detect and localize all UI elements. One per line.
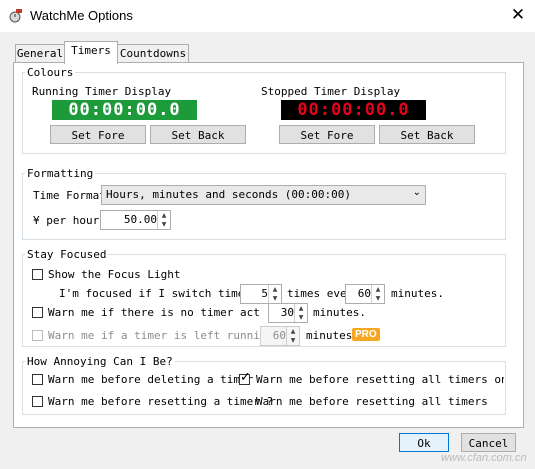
focused-text-1: I'm focused if I switch timers — [59, 287, 258, 300]
annoying-legend: How Annoying Can I Be? — [27, 355, 173, 368]
show-focus-light-checkbox[interactable] — [32, 269, 43, 280]
running-display-label: Running Timer Display — [32, 85, 172, 98]
stay-focused-legend: Stay Focused — [27, 248, 107, 261]
spinner-arrows-icon[interactable]: ▲ ▼ — [157, 211, 170, 229]
warn-reset-all-label: Warn me before resetting all timers — [256, 395, 488, 408]
tab-general[interactable]: General — [15, 44, 65, 63]
chevron-down-icon: ⌄ — [412, 187, 421, 198]
colours-legend: Colours — [27, 66, 74, 79]
spinner-arrows-icon[interactable]: ▲ ▼ — [294, 304, 307, 322]
no-timer-minutes-spinner[interactable]: 30 ▲ ▼ — [268, 303, 308, 323]
focused-minutes-spinner[interactable]: 60 ▲ ▼ — [345, 284, 385, 304]
stopped-set-fore-button[interactable]: Set Fore — [279, 125, 375, 144]
show-focus-light-label: Show the Focus Light — [48, 268, 181, 281]
switch-times-value: 5 — [261, 287, 268, 300]
stopped-set-back-button[interactable]: Set Back — [379, 125, 475, 144]
warn-delete-checkbox[interactable] — [32, 374, 43, 385]
per-hour-value: 50.00 — [123, 213, 157, 226]
warn-no-timer-text-1: Warn me if there is no timer act — [48, 306, 260, 319]
focused-text-3: minutes. — [391, 287, 444, 300]
tab-countdowns[interactable]: Countdowns — [117, 44, 189, 63]
warn-left-running-text-1: Warn me if a timer is left running — [48, 329, 274, 342]
spinner-arrows-icon[interactable]: ▲ ▼ — [286, 327, 299, 345]
warn-no-timer-text-2: minutes. — [313, 306, 366, 319]
warn-no-timer-checkbox[interactable] — [32, 307, 43, 318]
warn-left-running-checkbox[interactable] — [32, 330, 43, 341]
stopped-timer-display: 00:00:00.0 — [281, 100, 426, 120]
no-timer-minutes-value: 30 — [280, 306, 294, 319]
formatting-legend: Formatting — [27, 167, 94, 180]
running-set-back-button[interactable]: Set Back — [150, 125, 246, 144]
app-icon — [9, 9, 22, 23]
per-hour-spinner[interactable]: 50.00 ▲ ▼ — [100, 210, 171, 230]
left-running-minutes-spinner[interactable]: 60 ▲ ▼ — [260, 326, 300, 346]
window-title: WatchMe Options — [30, 8, 133, 23]
watermark: www.cfan.com.cn — [441, 452, 527, 464]
switch-times-spinner[interactable]: 5 ▲ ▼ — [240, 284, 282, 304]
focused-text-2: times ever — [287, 287, 354, 300]
pro-badge: PRO — [352, 328, 380, 341]
running-timer-display: 00:00:00.0 — [52, 100, 197, 120]
warn-reset-checkbox[interactable] — [32, 396, 43, 407]
running-set-fore-button[interactable]: Set Fore — [50, 125, 146, 144]
time-format-value: Hours, minutes and seconds (00:00:00) — [106, 188, 352, 201]
time-format-label: Time Format — [33, 189, 106, 202]
left-running-minutes-value: 60 — [272, 329, 286, 342]
stopped-display-label: Stopped Timer Display — [261, 85, 401, 98]
warn-reset-all-on-checkbox[interactable] — [239, 370, 251, 385]
cancel-button[interactable]: Cancel — [461, 433, 516, 452]
focused-minutes-value: 60 — [357, 287, 371, 300]
warn-delete-label: Warn me before deleting a timer — [48, 373, 254, 386]
tab-timers[interactable]: Timers — [64, 41, 118, 64]
time-format-select[interactable]: Hours, minutes and seconds (00:00:00) ⌄ — [101, 185, 426, 205]
spinner-arrows-icon[interactable]: ▲ ▼ — [371, 285, 384, 303]
ok-button[interactable]: Ok — [399, 433, 449, 452]
per-hour-label: ¥ per hour — [33, 214, 100, 227]
spinner-arrows-icon[interactable]: ▲ ▼ — [268, 285, 281, 303]
warn-reset-all-on-label: Warn me before resetting all timers on a… — [256, 373, 504, 386]
warn-reset-label: Warn me before resetting a timer ? — [48, 395, 274, 408]
close-icon[interactable]: ✕ — [506, 4, 530, 28]
